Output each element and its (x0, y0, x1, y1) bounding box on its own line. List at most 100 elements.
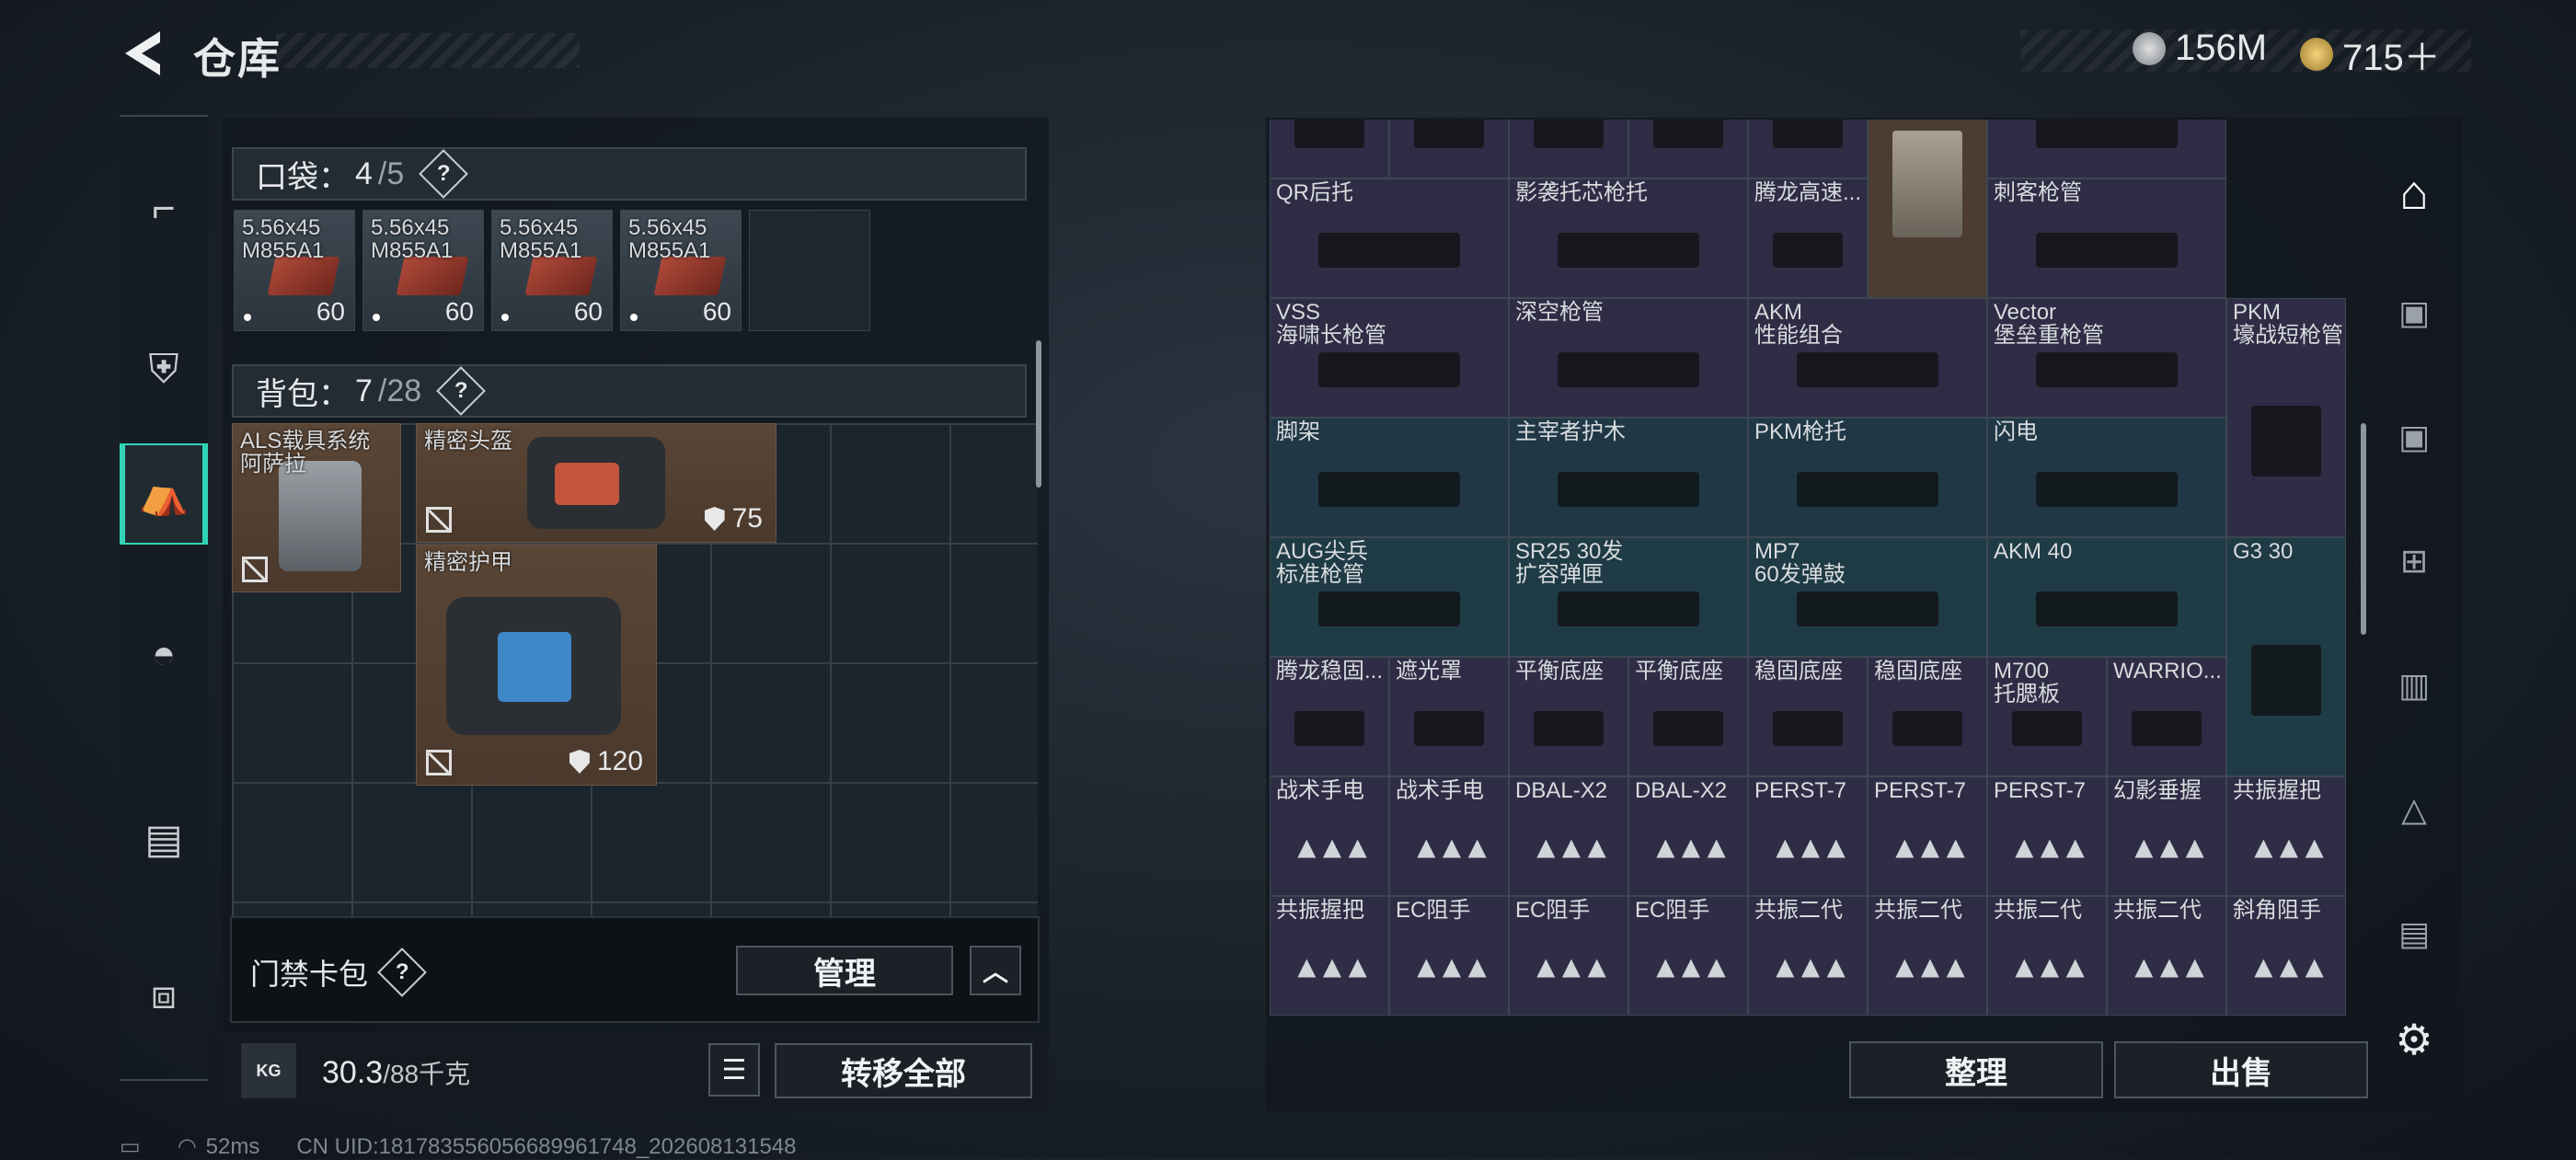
stash-item[interactable]: 稳固底座 (1748, 657, 1868, 776)
stash-item[interactable]: WARRIO... (2107, 657, 2226, 776)
stash-item-name: PERST-7 (1754, 778, 1847, 803)
stash-item[interactable]: EC阻手 ▲▲▲ (1628, 896, 1748, 1016)
settings-button[interactable]: ⚙ (2370, 993, 2458, 1085)
stash-item[interactable]: 摄像头 (1628, 120, 1748, 178)
stash-item[interactable]: 腾龙高速... (1748, 178, 1868, 298)
stash-scrollbar[interactable] (2361, 423, 2366, 635)
nav-backpack-tab[interactable]: ⛺ (120, 443, 208, 545)
stash-item[interactable]: PERST-7 ▲▲▲ (1868, 776, 1987, 896)
stash-item[interactable]: 幻影垂握 ▲▲▲ (2107, 776, 2226, 896)
battery-icon: ▭ (120, 1134, 141, 1159)
keycard-help-icon[interactable]: ? (377, 948, 427, 997)
stash-item[interactable]: AKM 性能组合 (1748, 298, 1987, 418)
inventory-scrollbar[interactable] (1036, 340, 1041, 488)
stash-item[interactable]: EC阻手 ▲▲▲ (1509, 896, 1628, 1016)
stash-item[interactable]: MP7 60发弹鼓 (1748, 537, 1987, 657)
collapse-chevron-button[interactable]: ︿ (970, 946, 1021, 995)
pocket-slot-empty[interactable] (749, 210, 870, 331)
stash-item[interactable]: 共振二代 ▲▲▲ (2107, 896, 2226, 1016)
stash-iv-tab-1[interactable]: ⊞ (2370, 515, 2458, 607)
stash-item[interactable]: 刺客枪管 (1987, 178, 2226, 298)
backpack-item-helmet[interactable]: 精密头盔 75 (416, 423, 776, 543)
stash-item[interactable]: 闪电 (1987, 418, 2226, 537)
sell-button[interactable]: 出售 (2114, 1041, 2368, 1098)
stash-v-tab-1[interactable]: ▣ (2370, 267, 2458, 359)
stash-item[interactable]: DBAL-X2 ▲▲▲ (1509, 776, 1628, 896)
stash-item[interactable]: 斜角阻手 ▲▲▲ (2226, 896, 2346, 1016)
backpack-item-armor[interactable]: 精密护甲 120 (416, 545, 657, 786)
ammo-dot-icon (244, 314, 251, 321)
stash-item-name: 幻影垂握 (2113, 778, 2202, 803)
stash-v-tab-2[interactable]: ▣ (2370, 391, 2458, 483)
stash-item[interactable]: 共振二代 ▲▲▲ (1748, 896, 1868, 1016)
weight-max: /88千克 (383, 1060, 471, 1088)
stash-item[interactable]: 医用酒精 (1509, 120, 1628, 178)
stash-item[interactable]: 主宰者护木 (1509, 418, 1748, 537)
stash-item[interactable]: Vector 堡垒重枪管 (1987, 298, 2226, 418)
stash-item[interactable]: PERST-7 ▲▲▲ (1987, 776, 2107, 896)
backpack-item-als[interactable]: ALS载具系统 阿萨拉 (232, 423, 401, 592)
stash-item[interactable]: M700 托腮板 (1987, 657, 2107, 776)
item-image-icon (2035, 351, 2179, 387)
pocket-slot-1[interactable]: 5.56x45 M855A1 60 (234, 210, 355, 331)
stash-iv-tab-3[interactable]: △ (2370, 764, 2458, 856)
stash-item[interactable]: 战术手电 ▲▲▲ (1389, 776, 1509, 896)
stash-item[interactable]: 深空枪管 (1509, 298, 1748, 418)
stash-item[interactable]: AKM 40 (1987, 537, 2226, 657)
stash-item[interactable]: 平衡底座 (1509, 657, 1628, 776)
gold-currency[interactable]: 715＋ (2300, 28, 2441, 81)
stash-item[interactable]: 腾龙稳固... (1270, 657, 1389, 776)
stash-item[interactable]: 共振二代 ▲▲▲ (1868, 896, 1987, 1016)
pocket-slot-3[interactable]: 5.56x45 M855A1 60 (491, 210, 613, 331)
stash-all-tab[interactable]: ⌂ (2370, 147, 2458, 239)
locked-tri-icon: ▲▲▲ (2248, 949, 2330, 985)
stash-item[interactable]: 影袭托芯枪托 (1509, 178, 1748, 298)
stash-item[interactable]: 腕带 (1270, 120, 1389, 178)
stash-item[interactable]: EC阻手 ▲▲▲ (1389, 896, 1509, 1016)
stash-item[interactable]: 共振握把 ▲▲▲ (2226, 776, 2346, 896)
pocket-slot-4[interactable]: 5.56x45 M855A1 60 (620, 210, 742, 331)
stash-item[interactable]: SR25 30发 扩容弹匣 (1509, 537, 1748, 657)
stash-iv-tab-2[interactable]: ▥ (2370, 639, 2458, 731)
stash-item[interactable]: AUG尖兵 标准枪管 (1270, 537, 1509, 657)
stash-item[interactable]: QR后托 (1270, 178, 1509, 298)
list-view-button[interactable]: ☰ (708, 1043, 760, 1097)
stash-item-name: PERST-7 (1874, 778, 1967, 803)
nav-toolbox-tab[interactable]: ⧈ (120, 945, 208, 1046)
nav-bag-tab[interactable]: ◓ (120, 604, 208, 706)
back-button[interactable] (120, 28, 166, 79)
silver-currency[interactable]: 156M (2133, 28, 2267, 69)
stash-item[interactable]: 3/7狙击 (1987, 120, 2226, 178)
stash-item[interactable]: DBAL-X2 ▲▲▲ (1628, 776, 1748, 896)
stash-gt-tab[interactable]: ▤ (2370, 888, 2458, 980)
stash-item[interactable]: PKM枪托 (1748, 418, 1987, 537)
stash-item[interactable]: 战术手电 ▲▲▲ (1270, 776, 1389, 896)
stash-item[interactable]: G3 30 (2226, 537, 2346, 776)
stash-item[interactable]: 中级藏品箱 (1868, 120, 1987, 298)
transfer-all-button[interactable]: 转移全部 (775, 1043, 1032, 1098)
item-name: 5.56x45 M855A1 (242, 215, 325, 263)
stash-item[interactable]: 平衡底座 (1628, 657, 1748, 776)
chevron-up-icon: ︿ (982, 958, 1008, 986)
stash-item[interactable]: 腕带 (1389, 120, 1509, 178)
stash-item[interactable]: 脚架 (1270, 418, 1509, 537)
page-title: 仓库 (193, 35, 282, 83)
stash-item[interactable]: 共振握把 ▲▲▲ (1270, 896, 1389, 1016)
backpack-help-icon[interactable]: ? (436, 366, 487, 416)
item-image-icon (1796, 591, 1939, 626)
pocket-slot-2[interactable]: 5.56x45 M855A1 60 (362, 210, 484, 331)
nav-vest-tab[interactable]: ⛨ (120, 319, 208, 420)
item-image-icon (2011, 710, 2083, 746)
stash-item[interactable]: 稳固底座 (1868, 657, 1987, 776)
stash-item[interactable]: PERST-7 ▲▲▲ (1748, 776, 1868, 896)
nav-case-tab[interactable]: ▤ (120, 788, 208, 890)
pocket-help-icon[interactable]: ? (419, 149, 469, 199)
nav-weapon-tab[interactable]: ⌐ (120, 158, 208, 259)
stash-item[interactable]: 摄像头 (1748, 120, 1868, 178)
stash-item[interactable]: 遮光罩 (1389, 657, 1509, 776)
stash-item[interactable]: 共振二代 ▲▲▲ (1987, 896, 2107, 1016)
manage-keycard-button[interactable]: 管理 (736, 946, 953, 995)
stash-item[interactable]: PKM 壕战短枪管 (2226, 298, 2346, 537)
sort-button[interactable]: 整理 (1849, 1041, 2103, 1098)
stash-item[interactable]: VSS 海啸长枪管 (1270, 298, 1509, 418)
